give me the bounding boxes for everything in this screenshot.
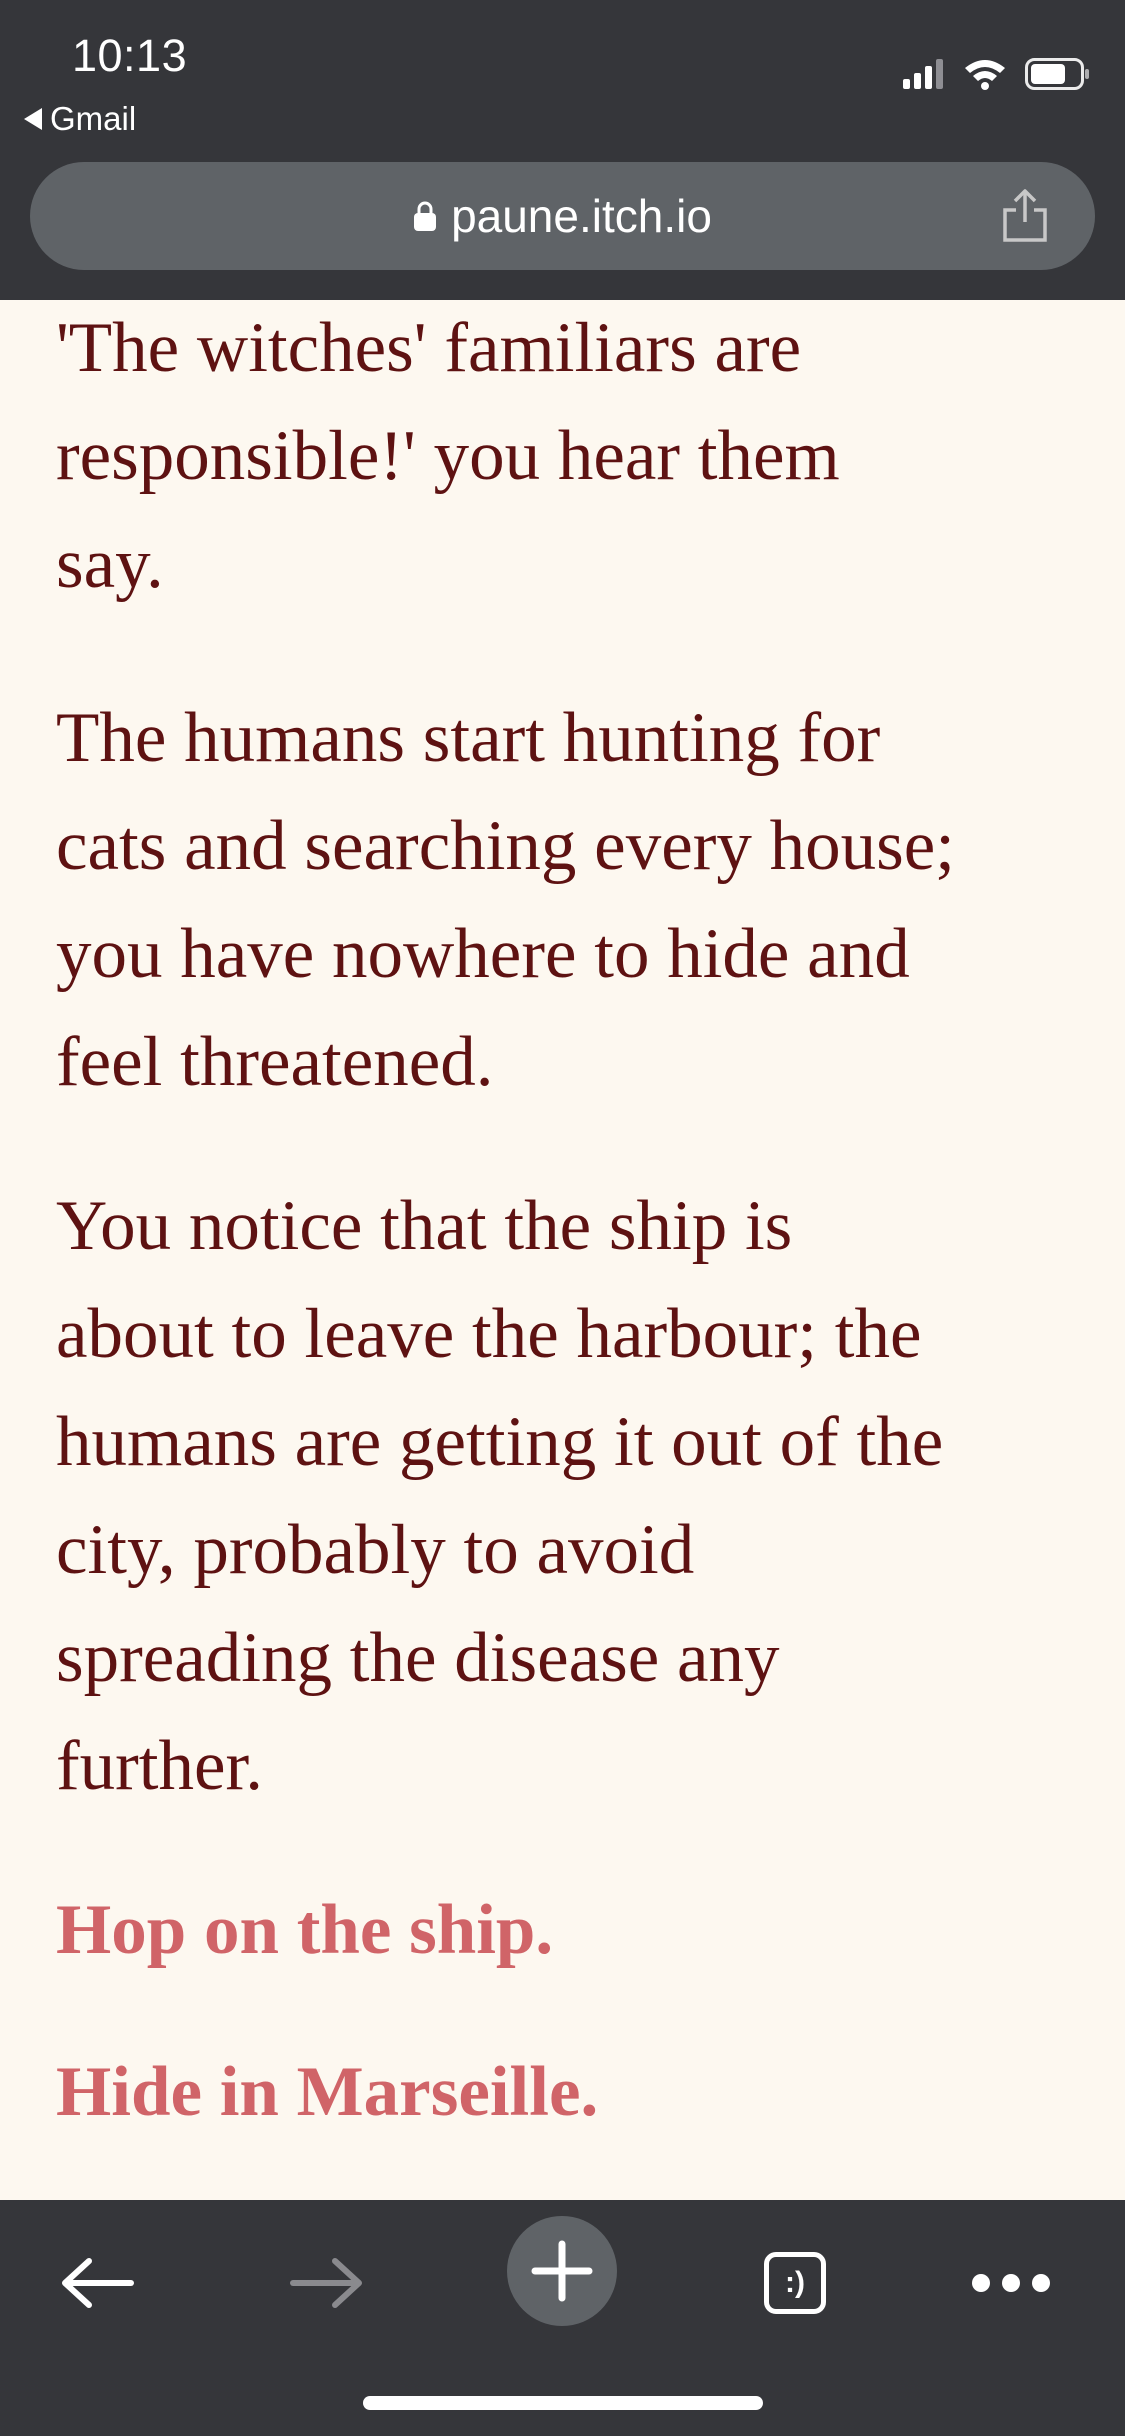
choice-hide-in-marseille[interactable]: Hide in Marseille. [56, 2038, 598, 2146]
back-app-label: Gmail [50, 100, 137, 137]
back-button[interactable] [42, 2228, 152, 2338]
status-time: 10:13 [72, 30, 188, 81]
wifi-icon [965, 60, 1005, 90]
battery-icon [1025, 58, 1089, 90]
tabs-icon-label: :) [785, 2266, 805, 2299]
story-content: 'The witches' familiars are responsible!… [56, 300, 1076, 2200]
signal-icon [903, 59, 943, 89]
choice-hop-on-ship[interactable]: Hop on the ship. [56, 1876, 553, 1984]
address-bar[interactable]: paune.itch.io [30, 162, 1095, 270]
url-text: paune.itch.io [451, 190, 712, 242]
forward-arrow-icon [290, 2258, 362, 2308]
back-arrow-icon [62, 2258, 134, 2308]
back-to-app-button[interactable]: Gmail [24, 100, 136, 138]
story-paragraph-1: 'The witches' familiars are responsible!… [56, 309, 840, 603]
lock-icon [414, 201, 437, 231]
home-indicator[interactable] [363, 2396, 763, 2410]
back-triangle-icon [24, 108, 42, 130]
story-paragraph-3: You notice that the ship is about to lea… [56, 1187, 944, 1805]
new-tab-icon [531, 2240, 593, 2302]
tabs-button[interactable]: :) [740, 2228, 850, 2338]
tabs-icon: :) [764, 2252, 826, 2314]
new-tab-button[interactable] [507, 2216, 617, 2326]
more-button[interactable] [956, 2228, 1066, 2338]
browser-top-chrome: 10:13 Gmail paune.itch.io [0, 0, 1125, 300]
share-icon[interactable] [999, 188, 1051, 244]
story-paragraph-2: The humans start hunting for cats and se… [56, 699, 955, 1101]
forward-button[interactable] [272, 2228, 382, 2338]
more-icon [972, 2274, 1050, 2292]
status-icons [903, 58, 1091, 90]
